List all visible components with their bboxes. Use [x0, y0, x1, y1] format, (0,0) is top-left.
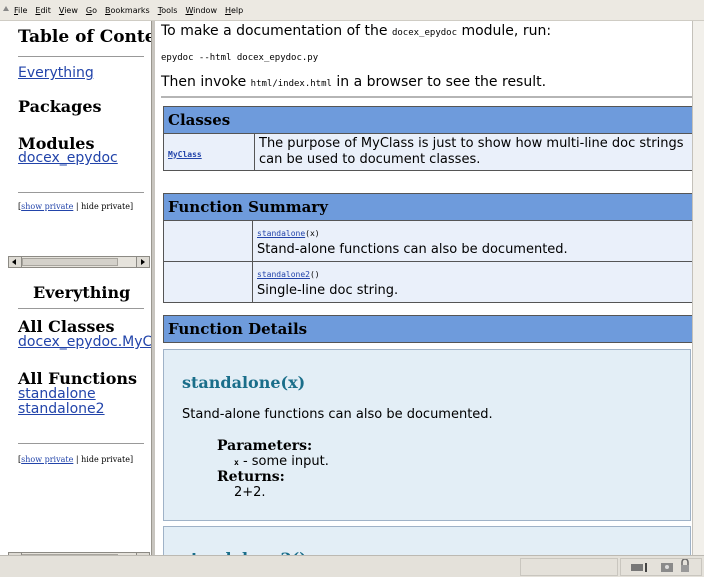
command-code: epydoc --html docex_epydoc.py: [161, 53, 319, 63]
function-link-standalone[interactable]: standalone: [18, 386, 96, 402]
index-show-private-link[interactable]: show private: [21, 455, 73, 464]
index-frame: Everything All Classes docex_epydoc.MyCl…: [0, 275, 151, 544]
class-link[interactable]: docex_epydoc.MyClass: [18, 334, 151, 350]
function-detail-standalone: standalone(x) Stand-alone functions can …: [163, 349, 691, 521]
toc-divider: [18, 56, 144, 57]
table-row: standalone2() Single-line doc string.: [163, 261, 692, 303]
index-title: Everything: [33, 283, 131, 302]
status-bar: [0, 555, 704, 577]
status-icons: [620, 558, 702, 576]
scrollbar-thumb[interactable]: [22, 258, 118, 266]
function-details-heading: Function Details: [163, 315, 692, 343]
detail-func-desc: Stand-alone functions can also be docume…: [182, 407, 493, 422]
function-summary-heading: Function Summary: [163, 193, 692, 221]
returns-label: Returns:: [217, 469, 285, 485]
menu-help[interactable]: Help: [225, 6, 243, 15]
classes-table: Classes MyClass The purpose of MyClass i…: [163, 106, 692, 171]
menu-bookmarks[interactable]: Bookmarks: [105, 6, 150, 15]
function-details-header: Function Details: [163, 315, 692, 343]
menu-edit[interactable]: Edit: [35, 6, 51, 15]
summary-func-desc: Stand-alone functions can also be docume…: [257, 241, 568, 257]
main-content: To make a documentation of the docex_epy…: [155, 21, 692, 555]
intro-text: To make a documentation of the docex_epy…: [161, 23, 552, 39]
network-icon: [631, 564, 643, 571]
summary-func-link-standalone[interactable]: standalone: [257, 229, 305, 238]
toc-hide-private: hide private: [81, 202, 130, 211]
scroll-right-arrow-icon[interactable]: [136, 257, 149, 267]
function-link-standalone2[interactable]: standalone2: [18, 401, 105, 417]
menu-bar: File Edit View Go Bookmarks Tools Window…: [0, 0, 704, 21]
scroll-left-arrow-icon[interactable]: [9, 257, 22, 267]
toc-show-private-link[interactable]: show private: [21, 202, 73, 211]
parameters-label: Parameters:: [217, 438, 313, 454]
main-vertical-scrollbar[interactable]: [692, 21, 704, 555]
toc-packages-heading: Packages: [18, 97, 102, 116]
summary-func-desc: Single-line doc string.: [257, 282, 399, 298]
toc-horizontal-scrollbar[interactable]: [8, 256, 150, 268]
index-hide-private: hide private: [81, 455, 130, 464]
index-private-toggle: [show private | hide private]: [18, 455, 134, 464]
class-description: The purpose of MyClass is just to show h…: [254, 133, 692, 171]
status-cell: [520, 558, 618, 576]
section-divider: [161, 96, 692, 98]
returns-value: 2+2.: [234, 485, 266, 500]
menu-file[interactable]: File: [14, 6, 27, 15]
param-line: x - some input.: [234, 454, 329, 469]
toc-module-link[interactable]: docex_epydoc: [18, 150, 118, 166]
index-divider: [18, 308, 144, 309]
toc-private-toggle: [show private | hide private]: [18, 202, 134, 211]
toc-title: Table of Contents: [18, 27, 151, 47]
then-text: Then invoke html/index.html in a browser…: [161, 74, 547, 90]
toc-everything-link[interactable]: Everything: [18, 65, 94, 81]
menubar-grip-icon[interactable]: [3, 6, 9, 11]
menu-view[interactable]: View: [59, 6, 78, 15]
classes-heading: Classes: [163, 106, 692, 134]
summary-func-link-standalone2[interactable]: standalone2: [257, 270, 310, 279]
detail-func-name: standalone(x): [182, 373, 306, 392]
lock-icon: [681, 565, 689, 572]
intro-module-code: docex_epydoc: [391, 28, 457, 38]
menu-tools[interactable]: Tools: [158, 6, 178, 15]
function-detail-standalone2: standalone2(): [163, 526, 691, 555]
toc-frame: Table of Contents Everything Packages Mo…: [0, 21, 151, 255]
table-row: standalone(x) Stand-alone functions can …: [163, 220, 692, 262]
index-divider-2: [18, 443, 144, 444]
menu-go[interactable]: Go: [86, 6, 97, 15]
status-indicator-icons: [631, 558, 689, 572]
function-summary-table: Function Summary standalone(x) Stand-alo…: [163, 193, 692, 303]
toc-divider-2: [18, 192, 144, 193]
class-name-link[interactable]: MyClass: [168, 150, 202, 159]
table-row: MyClass The purpose of MyClass is just t…: [163, 133, 692, 171]
menu-window[interactable]: Window: [185, 6, 217, 15]
then-file-code: html/index.html: [250, 79, 332, 89]
